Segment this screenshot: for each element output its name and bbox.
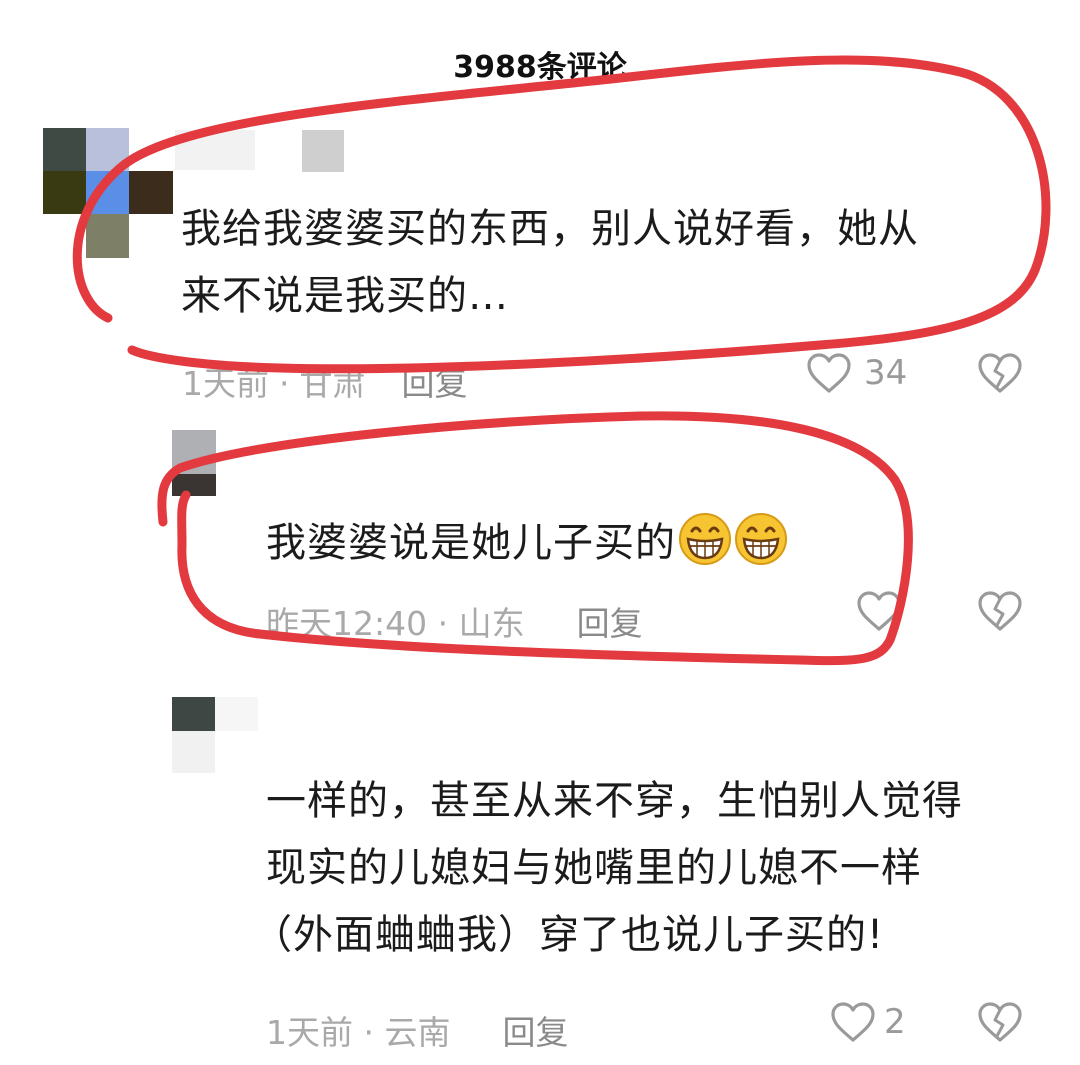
like-button[interactable] [856, 590, 902, 632]
comment-line: 一样的，甚至从来不穿，生怕别人觉得 [266, 778, 963, 824]
comment-text: 我婆婆说是她儿子买的 [266, 510, 866, 587]
like-button[interactable]: 34 [806, 352, 907, 394]
dislike-button[interactable] [977, 590, 1023, 632]
avatar[interactable] [172, 697, 258, 773]
comment-time-location: 1天前 · 云南 [266, 1013, 451, 1052]
comment-meta: 昨天12:40 · 山东 回复 [266, 597, 643, 645]
comment-line: （外面蛐蛐我）穿了也说儿子买的! [252, 912, 885, 958]
grinning-emoji [734, 512, 788, 587]
broken-heart-icon [978, 591, 1022, 631]
comment-meta: 1天前 · 云南 回复 [266, 1006, 568, 1054]
avatar[interactable] [172, 430, 216, 496]
comment-time: 1天前 [182, 364, 269, 403]
username-redacted[interactable] [175, 130, 255, 170]
comment-text: 我给我婆婆买的东西，别人说好看，她从 来不说是我买的… [181, 196, 1041, 330]
comment-line: 我给我婆婆买的东西，别人说好看，她从 [181, 206, 919, 252]
comment-location: 甘肃 [299, 364, 366, 403]
comment-time-location: 昨天12:40 · 山东 [266, 604, 525, 643]
heart-outline-icon [807, 353, 851, 393]
like-count: 34 [864, 353, 908, 393]
broken-heart-icon [978, 1002, 1022, 1042]
like-count: 2 [884, 1002, 906, 1042]
meta-separator: · [279, 364, 290, 403]
dislike-button[interactable] [977, 1001, 1023, 1043]
reply-button[interactable]: 回复 [402, 364, 468, 403]
heart-outline-icon [831, 1002, 875, 1042]
comment-line: 我婆婆说是她儿子买的 [266, 520, 676, 566]
grinning-emoji [678, 512, 732, 587]
username-redacted-block [302, 130, 344, 172]
dislike-button[interactable] [977, 352, 1023, 394]
reply-button[interactable]: 回复 [577, 604, 643, 643]
comment-count-title: 3988条评论 [453, 50, 627, 85]
broken-heart-icon [978, 353, 1022, 393]
avatar[interactable] [43, 128, 173, 258]
comment-meta: 1天前 · 甘肃 回复 [182, 357, 468, 405]
comment-line: 来不说是我买的… [181, 273, 509, 319]
heart-outline-icon [857, 591, 901, 631]
comment-text: 一样的，甚至从来不穿，生怕别人觉得 现实的儿媳妇与她嘴里的儿媳不一样 （外面蛐蛐… [252, 768, 1066, 969]
like-button[interactable]: 2 [830, 1001, 906, 1043]
reply-button[interactable]: 回复 [502, 1013, 568, 1052]
comment-line: 现实的儿媳妇与她嘴里的儿媳不一样 [266, 845, 922, 891]
